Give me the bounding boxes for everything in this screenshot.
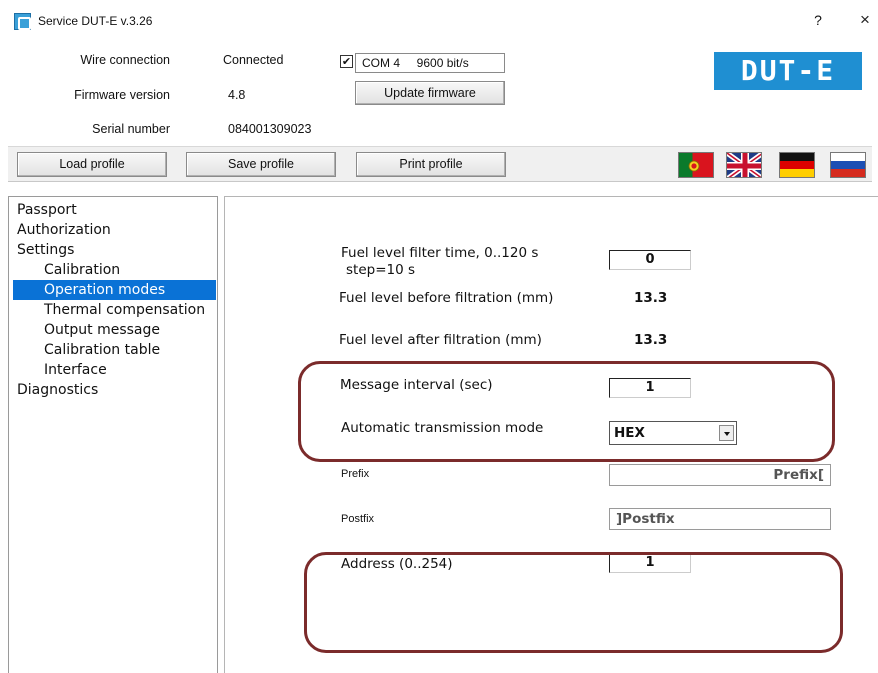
app-icon <box>14 13 31 30</box>
postfix-input[interactable]: ]Postfix <box>609 508 831 530</box>
fuel-before-filtration-value: 13.3 <box>634 290 668 306</box>
prefix-input[interactable]: Prefix[ <box>609 464 831 486</box>
tree-item-diagnostics[interactable]: Diagnostics <box>9 380 217 400</box>
prefix-label: Prefix <box>341 468 370 480</box>
filter-time-step-label: step=10 s <box>346 262 416 278</box>
dut-e-logo: DUT-E <box>714 52 862 90</box>
tree-item-calibration-table[interactable]: Calibration table <box>9 340 217 360</box>
firmware-version-value: 4.8 <box>228 88 246 102</box>
highlight-box-transmission <box>298 361 835 462</box>
highlight-box-address <box>304 552 843 653</box>
tree-item-thermal-compensation[interactable]: Thermal compensation <box>9 300 217 320</box>
print-profile-button[interactable]: Print profile <box>356 152 506 177</box>
tree-item-operation-modes[interactable]: Operation modes <box>13 280 216 300</box>
serial-number-value: 084001309023 <box>228 122 312 136</box>
fuel-after-filtration-value: 13.3 <box>634 332 668 348</box>
firmware-version-label: Firmware version <box>74 88 170 102</box>
tree-item-settings[interactable]: Settings <box>9 240 217 260</box>
tree-item-interface[interactable]: Interface <box>9 360 217 380</box>
close-button[interactable]: × <box>856 10 874 30</box>
wire-connection-label: Wire connection <box>80 53 170 67</box>
wire-connection-value: Connected <box>223 53 284 67</box>
port-checkbox[interactable]: ✔ <box>340 55 353 68</box>
tree-item-passport[interactable]: Passport <box>9 200 217 220</box>
load-profile-button[interactable]: Load profile <box>17 152 167 177</box>
germany-flag-icon[interactable] <box>779 152 815 178</box>
uk-flag-icon[interactable] <box>726 152 762 178</box>
filter-time-input[interactable]: 0 <box>609 250 691 270</box>
filter-time-label: Fuel level filter time, 0..120 s <box>341 245 539 261</box>
tree-item-output-message[interactable]: Output message <box>9 320 217 340</box>
tree-item-calibration[interactable]: Calibration <box>9 260 217 280</box>
save-profile-button[interactable]: Save profile <box>186 152 336 177</box>
postfix-label: Postfix <box>341 513 375 525</box>
fuel-before-filtration-label: Fuel level before filtration (mm) <box>339 290 554 306</box>
port-settings-field[interactable]: COM 4 9600 bit/s <box>355 53 505 73</box>
help-button[interactable]: ? <box>810 12 826 30</box>
portugal-flag-icon[interactable] <box>678 152 714 178</box>
fuel-after-filtration-label: Fuel level after filtration (mm) <box>339 332 542 348</box>
window-title: Service DUT-E v.3.26 <box>38 14 153 28</box>
tree-item-authorization[interactable]: Authorization <box>9 220 217 240</box>
russia-flag-icon[interactable] <box>830 152 866 178</box>
update-firmware-button[interactable]: Update firmware <box>355 81 505 105</box>
settings-tree[interactable]: Passport Authorization Settings Calibrat… <box>8 196 218 673</box>
serial-number-label: Serial number <box>92 122 170 136</box>
